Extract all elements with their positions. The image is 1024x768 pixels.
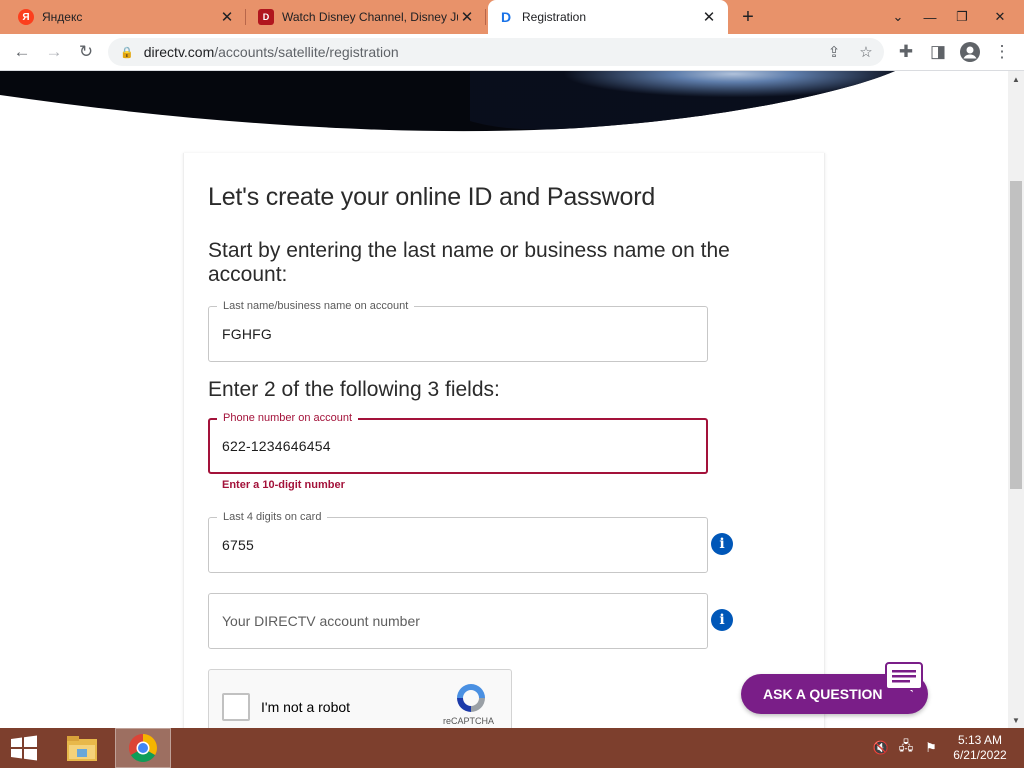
volume-muted-icon[interactable]: 🔇	[870, 728, 892, 768]
tab-close-icon[interactable]: ✕	[700, 8, 718, 26]
url-text: directv.com/accounts/satellite/registrat…	[144, 44, 399, 60]
tab-registration[interactable]: D Registration ✕	[488, 0, 728, 34]
windows-start-icon[interactable]	[8, 734, 40, 762]
bookmark-star-icon[interactable]: ☆	[852, 38, 880, 66]
address-bar[interactable]: 🔒 directv.com/accounts/satellite/registr…	[108, 38, 884, 66]
lock-icon[interactable]: 🔒	[120, 46, 134, 59]
menu-kebab-icon[interactable]: ⋮	[988, 38, 1016, 66]
account-number-field[interactable]: Your DIRECTV account number	[208, 593, 708, 649]
lastname-label: Last name/business name on account	[217, 300, 415, 312]
clock-time: 5:13 AM	[957, 733, 1003, 747]
hero-banner	[0, 71, 895, 132]
recaptcha-logo-icon	[457, 684, 485, 712]
share-icon[interactable]: ⇪	[820, 38, 848, 66]
extensions-icon[interactable]: ✚	[892, 38, 920, 66]
chat-bubble-icon[interactable]	[885, 662, 923, 696]
tab-close-icon[interactable]: ✕	[458, 8, 476, 26]
registration-card: Let's create your online ID and Password…	[183, 153, 825, 728]
system-clock[interactable]: 5:13 AM 6/21/2022	[944, 733, 1016, 763]
tab-disney[interactable]: D Watch Disney Channel, Disney Ju ✕	[248, 0, 486, 34]
reload-icon[interactable]: ↻	[72, 38, 100, 66]
info-icon[interactable]: i	[711, 533, 733, 555]
recaptcha-checkbox[interactable]	[222, 693, 250, 721]
file-explorer-icon[interactable]	[54, 728, 110, 768]
fields-prompt: Enter 2 of the following 3 fields:	[208, 378, 500, 401]
directv-favicon-icon: D	[500, 9, 512, 25]
disney-favicon-icon: D	[258, 9, 274, 25]
phone-number-field[interactable]: Phone number on account 622-1234646454	[208, 412, 708, 474]
side-panel-icon[interactable]: ◨	[924, 38, 952, 66]
url-path: /accounts/satellite/registration	[214, 44, 399, 60]
tab-close-icon[interactable]: ✕	[218, 8, 236, 26]
new-tab-button[interactable]: +	[736, 5, 760, 29]
url-host: directv.com	[143, 44, 215, 60]
card-value: 6755	[222, 537, 254, 553]
browser-toolbar: ← → ↻ 🔒 directv.com/accounts/satellite/r…	[0, 34, 1024, 71]
yandex-favicon-icon: Я	[18, 9, 34, 25]
page-title: Let's create your online ID and Password	[208, 183, 656, 211]
info-icon[interactable]: i	[711, 609, 733, 631]
profile-avatar-icon[interactable]	[956, 38, 984, 66]
taskbar: 🔇 🖧 ⚑ 5:13 AM 6/21/2022	[0, 728, 1024, 768]
clock-date: 6/21/2022	[953, 748, 1007, 762]
page-viewport: Let's create your online ID and Password…	[0, 71, 1008, 728]
recaptcha-brand: reCAPTCHA	[443, 716, 495, 726]
scroll-down-icon[interactable]: ▼	[1008, 712, 1024, 728]
back-icon[interactable]: ←	[8, 38, 36, 66]
recaptcha-widget: I'm not a robot reCAPTCHA	[208, 669, 512, 728]
tab-search-icon[interactable]: ⌄	[882, 0, 914, 34]
phone-error-message: Enter a 10-digit number	[222, 479, 345, 491]
tab-title: Registration	[522, 10, 587, 24]
card-label: Last 4 digits on card	[217, 511, 328, 523]
recaptcha-label: I'm not a robot	[261, 699, 351, 715]
minimize-icon[interactable]: —	[914, 0, 946, 34]
tab-title: Яндекс	[42, 10, 83, 24]
scrollbar-thumb[interactable]	[1010, 181, 1022, 489]
forward-icon[interactable]: →	[40, 38, 68, 66]
page-scrollbar[interactable]: ▲ ▼	[1008, 71, 1024, 728]
card-digits-field[interactable]: Last 4 digits on card 6755	[208, 511, 708, 573]
ask-question-label: ASK A QUESTION	[763, 686, 883, 702]
network-icon[interactable]: 🖧	[895, 728, 917, 768]
lastname-prompt: Start by entering the last name or busin…	[208, 239, 730, 286]
chrome-taskbar-icon[interactable]	[115, 728, 171, 768]
phone-value: 622-1234646454	[222, 438, 331, 454]
phone-label: Phone number on account	[217, 412, 359, 424]
lastname-field[interactable]: Last name/business name on account FGHFG	[208, 300, 708, 362]
lastname-value: FGHFG	[222, 326, 272, 342]
tab-strip: Я Яндекс ✕ D Watch Disney Channel, Disne…	[0, 0, 1024, 34]
scroll-up-icon[interactable]: ▲	[1008, 71, 1024, 87]
tab-yandex[interactable]: Я Яндекс ✕	[8, 0, 246, 34]
tab-title: Watch Disney Channel, Disney Ju	[282, 10, 458, 24]
action-center-flag-icon[interactable]: ⚑	[920, 728, 942, 768]
restore-icon[interactable]: ❐	[946, 0, 978, 34]
window-close-icon[interactable]: ✕	[984, 0, 1016, 34]
account-number-placeholder: Your DIRECTV account number	[222, 613, 420, 629]
